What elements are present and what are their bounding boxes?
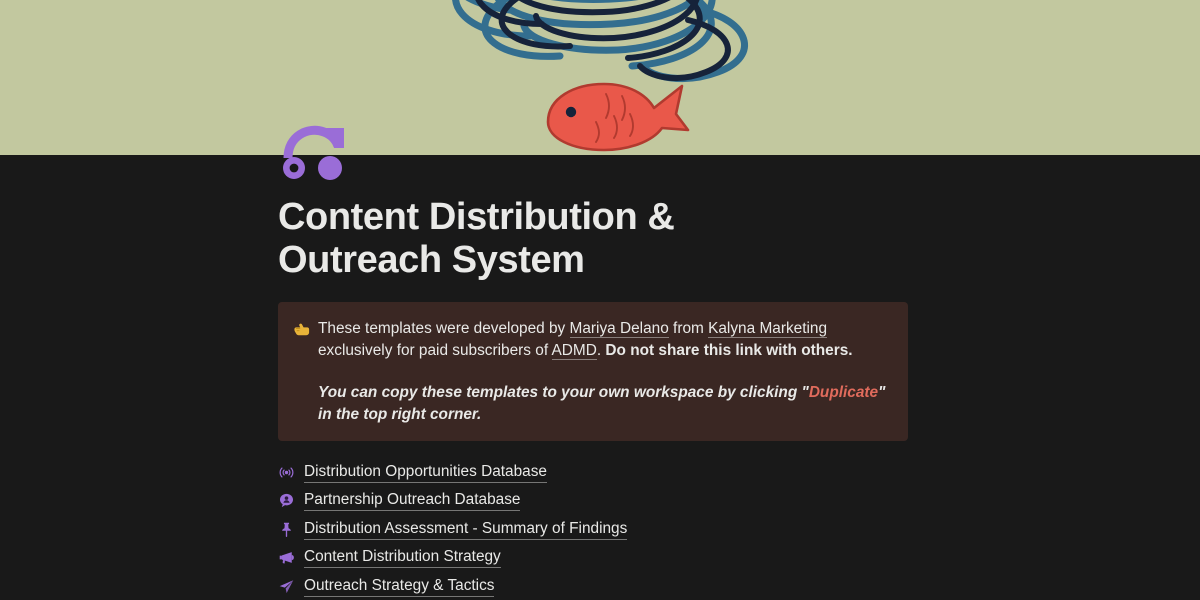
pushpin-icon [278, 519, 304, 539]
list-item[interactable]: Outreach Strategy & Tactics [278, 572, 910, 600]
repeat-arrow-icon[interactable] [278, 118, 350, 180]
paper-plane-icon [278, 576, 304, 596]
person-bubble-icon [278, 491, 304, 511]
callout-text-part1: These templates were developed by [318, 320, 570, 337]
list-item[interactable]: Distribution Assessment - Summary of Fin… [278, 515, 910, 544]
goldfish [546, 82, 690, 152]
callout-text-part2: from [668, 320, 709, 337]
list-item[interactable]: Partnership Outreach Database [278, 487, 910, 516]
list-item-label[interactable]: Partnership Outreach Database [304, 490, 521, 512]
goldfish-tangle-illustration [452, 0, 748, 152]
page-links-list: Distribution Opportunities Database Part… [278, 458, 910, 600]
list-item-label[interactable]: Distribution Assessment - Summary of Fin… [304, 519, 628, 540]
megaphone-icon [278, 548, 304, 568]
list-item-label[interactable]: Outreach Strategy & Tactics [304, 576, 495, 597]
list-item-label[interactable]: Content Distribution Strategy [304, 547, 501, 569]
pointing-right-hand-glyph [294, 323, 310, 336]
callout-text-part3: exclusively for paid subscribers of [318, 341, 552, 359]
callout-paragraph-1: These templates were developed by Mariya… [318, 318, 892, 361]
link-admd[interactable]: ADMD [551, 341, 597, 360]
pointing-right-hand-icon [292, 318, 318, 340]
link-mariya-delano[interactable]: Mariya Delano [569, 320, 669, 338]
broadcast-icon [278, 462, 304, 482]
callout-block: These templates were developed by Mariya… [278, 302, 908, 441]
list-item[interactable]: Distribution Opportunities Database [278, 458, 910, 487]
duplicate-instruction-part1: You can copy these templates to your own… [318, 384, 809, 401]
list-item-label[interactable]: Distribution Opportunities Database [304, 462, 547, 483]
page-content: Content Distribution & Outreach System T… [278, 196, 910, 600]
duplicate-highlight: Duplicate [808, 384, 879, 401]
list-item[interactable]: Content Distribution Strategy [278, 544, 910, 573]
page-title: Content Distribution & Outreach System [278, 196, 675, 281]
page-cover-image[interactable] [0, 0, 1200, 155]
callout-warning-text: Do not share this link with others. [605, 341, 853, 359]
notion-page: Content Distribution & Outreach System T… [0, 0, 1200, 600]
link-kalyna-marketing[interactable]: Kalyna Marketing [708, 320, 828, 338]
callout-paragraph-2: You can copy these templates to your own… [318, 382, 892, 425]
